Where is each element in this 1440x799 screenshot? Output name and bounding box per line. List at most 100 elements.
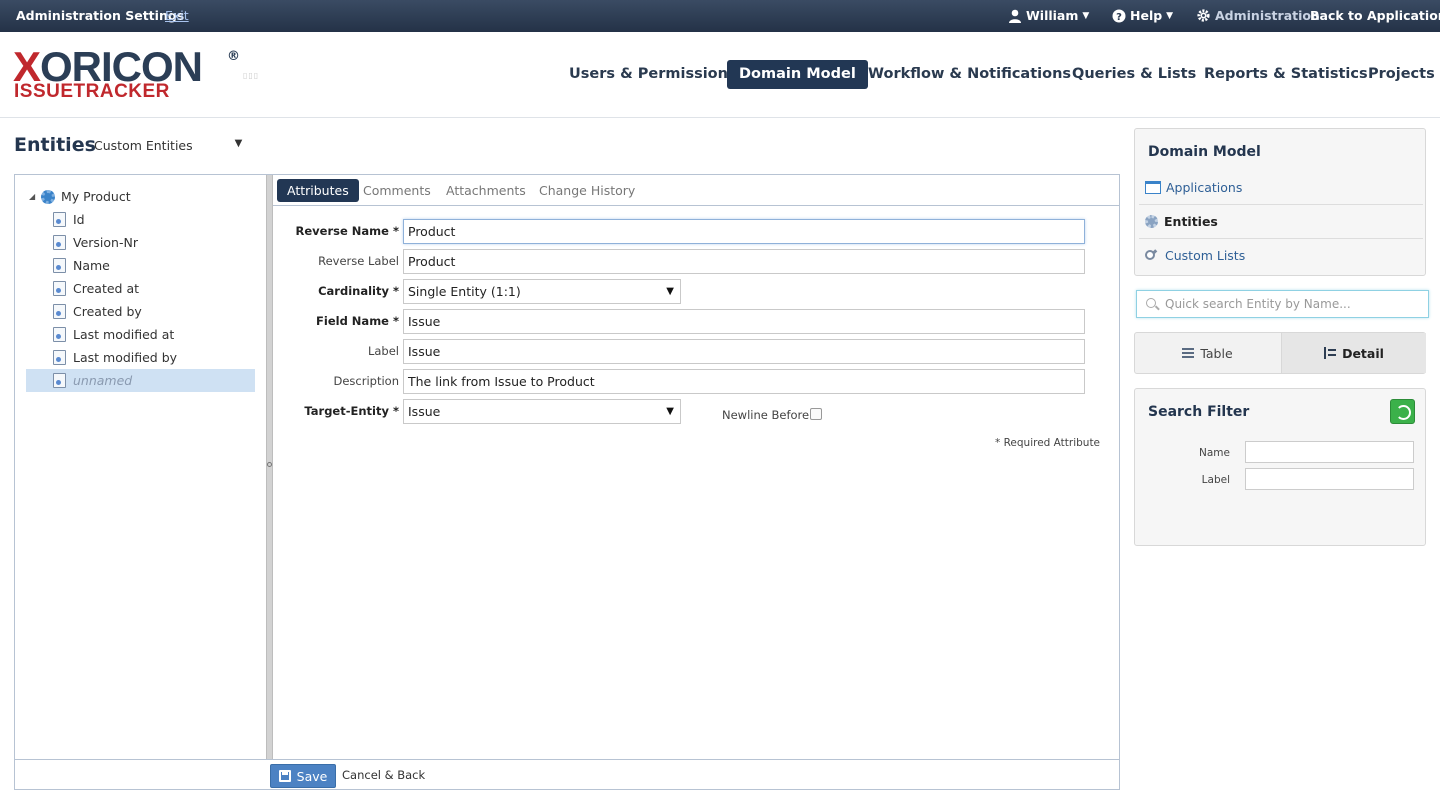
chevron-down-icon: ▼ xyxy=(666,406,674,417)
entity-editor: ◢ My Product Id Version-Nr Name Created … xyxy=(14,174,1120,790)
attribute-icon xyxy=(53,212,66,227)
expand-arrow-icon[interactable]: ◢ xyxy=(29,192,41,201)
user-icon xyxy=(1009,9,1021,23)
reverse-name-label: Reverse Name * xyxy=(295,224,399,238)
view-toggle: Table Detail xyxy=(1134,332,1426,374)
sidebar-item-applications[interactable]: Applications xyxy=(1145,173,1425,201)
tree-item-id[interactable]: Id xyxy=(53,208,256,231)
newline-before-checkbox[interactable] xyxy=(810,408,822,420)
tab-attachments[interactable]: Attachments xyxy=(436,179,536,202)
field-name-label: Field Name * xyxy=(316,314,399,328)
tree-item-name[interactable]: Name xyxy=(53,254,256,277)
chevron-down-icon: ▼ xyxy=(666,286,674,297)
reverse-label-label: Reverse Label xyxy=(318,254,399,268)
attribute-icon xyxy=(53,258,66,273)
table-view-button[interactable]: Table xyxy=(1135,333,1280,373)
nav-projects[interactable]: Projects xyxy=(1356,60,1440,89)
attribute-icon xyxy=(53,350,66,365)
user-menu[interactable]: William ▼ xyxy=(1008,8,1089,23)
xoricon-logo[interactable]: XORICON ® ISSUETRACKER ▯▯▯ xyxy=(13,46,258,103)
entity-gear-icon xyxy=(41,189,55,204)
nav-domain-model[interactable]: Domain Model xyxy=(727,60,868,89)
domain-model-title: Domain Model xyxy=(1148,144,1261,160)
divider xyxy=(1139,238,1423,239)
refresh-icon[interactable] xyxy=(1390,399,1415,424)
list-icon xyxy=(1182,348,1195,358)
target-entity-select[interactable]: Issue ▼ xyxy=(403,399,681,424)
nav-reports-statistics[interactable]: Reports & Statistics xyxy=(1192,60,1380,89)
back-to-application-link[interactable]: Back to Application xyxy=(1310,8,1440,23)
tab-comments[interactable]: Comments xyxy=(353,179,441,202)
nav-users-permissions[interactable]: Users & Permissions xyxy=(557,60,749,89)
tab-change-history[interactable]: Change History xyxy=(529,179,645,202)
required-note: * Required Attribute xyxy=(995,437,1101,449)
divider xyxy=(1139,204,1423,205)
nav-workflow-notifications[interactable]: Workflow & Notifications xyxy=(856,60,1083,89)
attribute-detail: Attributes Comments Attachments Change H… xyxy=(273,175,1119,759)
splitter-handle-icon[interactable] xyxy=(267,462,272,467)
save-label: Save xyxy=(296,768,328,784)
save-icon xyxy=(278,770,291,782)
detail-view-button[interactable]: Detail xyxy=(1281,333,1426,373)
cancel-back-link[interactable]: Cancel & Back xyxy=(342,768,425,782)
tree-item-created-by[interactable]: Created by xyxy=(53,300,256,323)
tree-item-created-at[interactable]: Created at xyxy=(53,277,256,300)
entity-type-value: Custom Entities xyxy=(94,138,193,153)
entity-type-select[interactable]: Custom Entities ▼ xyxy=(94,138,242,153)
administration-label: Administration xyxy=(1215,8,1320,23)
sidebar-item-custom-lists[interactable]: Custom Lists xyxy=(1145,241,1425,269)
attribute-icon xyxy=(53,304,66,319)
detail-tabs: Attributes Comments Attachments Change H… xyxy=(273,175,1119,206)
app-header: XORICON ® ISSUETRACKER ▯▯▯ Users & Permi… xyxy=(0,32,1440,118)
page-title: Entities xyxy=(14,134,96,156)
target-entity-label: Target-Entity * xyxy=(304,404,399,418)
filter-name-input[interactable] xyxy=(1245,441,1414,463)
attribute-icon xyxy=(53,327,66,342)
quick-search-placeholder: Quick search Entity by Name... xyxy=(1165,297,1351,311)
application-window-icon xyxy=(1145,180,1161,194)
admin-topbar: Administration Settings Exit William ▼ ?… xyxy=(0,0,1440,32)
newline-before-label: Newline Before xyxy=(722,408,810,422)
tree-root-label: My Product xyxy=(61,189,131,204)
label-input[interactable]: Issue xyxy=(403,339,1085,364)
search-filter-panel: Search Filter Name Label xyxy=(1134,388,1426,546)
administration-link[interactable]: Administration xyxy=(1196,8,1320,23)
tree-root-my-product[interactable]: ◢ My Product xyxy=(29,185,131,208)
nav-queries-lists[interactable]: Queries & Lists xyxy=(1060,60,1208,89)
filter-name-label: Name xyxy=(1199,447,1230,459)
target-entity-value: Issue xyxy=(408,404,441,419)
quick-search-input[interactable]: Quick search Entity by Name... xyxy=(1136,290,1429,318)
chevron-down-icon: ▼ xyxy=(234,138,243,149)
filter-label-input[interactable] xyxy=(1245,468,1414,490)
tree-item-version-nr[interactable]: Version-Nr xyxy=(53,231,256,254)
gear-icon xyxy=(1197,9,1210,22)
reverse-name-input[interactable]: Product xyxy=(403,219,1085,244)
form-footer: Save Cancel & Back xyxy=(15,759,1119,789)
field-name-input[interactable]: Issue xyxy=(403,309,1085,334)
dots-icon: ▯▯▯ xyxy=(243,71,260,80)
save-button[interactable]: Save xyxy=(270,764,336,788)
chevron-down-icon: ▼ xyxy=(1166,10,1174,21)
chevron-down-icon: ▼ xyxy=(1082,10,1090,21)
pane-splitter[interactable] xyxy=(266,175,273,759)
tree-item-last-modified-at[interactable]: Last modified at xyxy=(53,323,256,346)
description-input[interactable]: The link from Issue to Product xyxy=(403,369,1085,394)
cardinality-select[interactable]: Single Entity (1:1) ▼ xyxy=(403,279,681,304)
tree-item-last-modified-by[interactable]: Last modified by xyxy=(53,346,256,369)
search-icon xyxy=(1146,298,1156,308)
filter-label-label: Label xyxy=(1201,474,1230,486)
reverse-label-input[interactable]: Product xyxy=(403,249,1085,274)
tree-icon xyxy=(1324,347,1337,359)
tree-item-unnamed[interactable]: unnamed xyxy=(26,369,255,392)
user-name: William xyxy=(1026,8,1079,23)
svg-text:?: ? xyxy=(1116,12,1122,23)
link-attribute-icon xyxy=(53,373,66,388)
domain-model-panel: Domain Model Applications Entities Custo… xyxy=(1134,128,1426,276)
help-menu[interactable]: ? Help ▼ xyxy=(1112,8,1173,23)
help-label: Help xyxy=(1130,8,1163,23)
gear-icon xyxy=(1145,214,1158,228)
exit-link[interactable]: Exit xyxy=(165,8,189,23)
tab-attributes[interactable]: Attributes xyxy=(277,179,359,202)
help-icon: ? xyxy=(1112,9,1126,23)
sidebar-item-entities[interactable]: Entities xyxy=(1145,207,1425,235)
